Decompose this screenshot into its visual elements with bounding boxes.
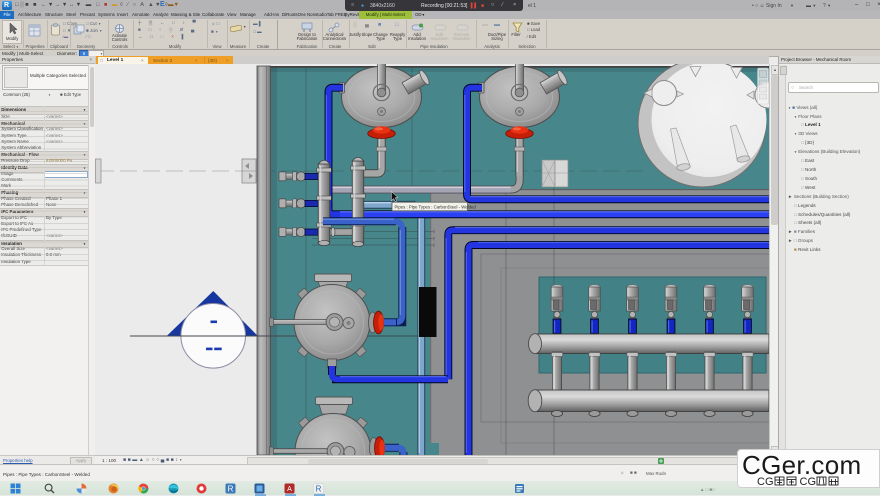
svg-text:R: R [316,484,322,493]
svg-text:Pipes : Pipe Types : CarbonSte: Pipes : Pipe Types : CarbonSteel - Welde… [395,204,477,209]
svg-text:A: A [287,486,292,493]
svg-text:R: R [228,484,234,493]
